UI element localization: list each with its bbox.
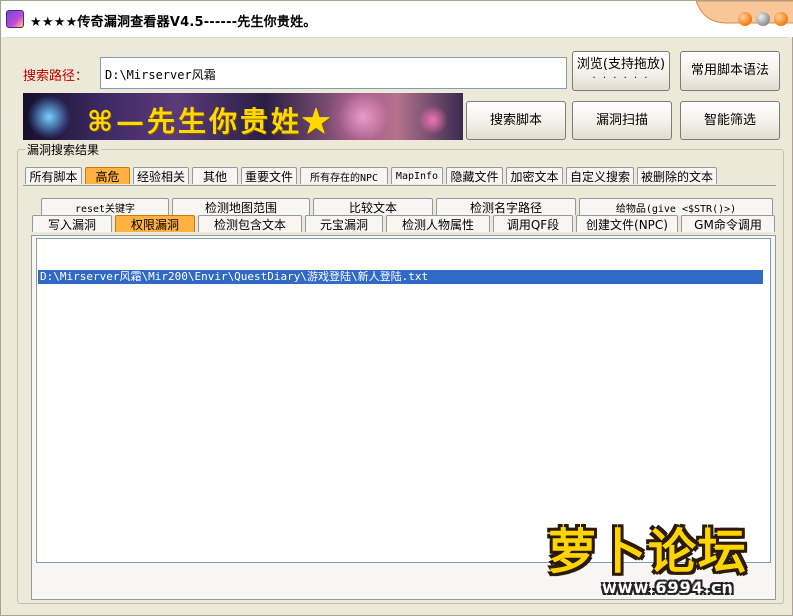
subtab-row-3: 写入漏洞 权限漏洞 检测包含文本 元宝漏洞 检测人物属性 调用QF段 创建文件(… [32,215,782,232]
banner-text: ⌘—先生你贵姓★ [87,105,333,138]
browse-button-label: 浏览(支持拖放) [576,56,666,72]
title-bar[interactable]: ★★★★传奇漏洞查看器V4.5------先生你贵姓。 [1,1,793,37]
tab-compare-text[interactable]: 比较文本 [313,198,433,215]
app-window: ★★★★传奇漏洞查看器V4.5------先生你贵姓。 搜索路径： D:\Mir… [0,0,793,616]
banner-heart [418,105,448,135]
tab-row-divider [23,185,776,186]
forum-watermark: 萝卜论坛 www.6994.cn [532,512,772,607]
maximize-button[interactable] [756,12,770,26]
search-script-button[interactable]: 搜索脚本 [466,101,566,140]
banner-glow-left [27,95,71,139]
tab-give-item[interactable]: 给物品(give <$STR()>) [579,198,773,215]
tab-reset-keyword[interactable]: reset关键字 [41,198,169,215]
tab-custom-search[interactable]: 自定义搜索 [566,167,634,184]
tab-create-file-npc[interactable]: 创建文件(NPC) [576,215,678,232]
tab-contains-text[interactable]: 检测包含文本 [198,215,302,232]
minimize-button[interactable] [738,12,752,26]
tab-high-risk[interactable]: 高危 [85,167,130,184]
tab-encrypted-text[interactable]: 加密文本 [506,167,563,184]
search-path-label: 搜索路径： [23,69,89,84]
tab-all-npc[interactable]: 所有存在的NPC [300,167,388,184]
tab-ingot-vuln[interactable]: 元宝漏洞 [305,215,383,232]
app-icon [6,10,24,28]
vulnerability-scan-button[interactable]: 漏洞扫描 [572,101,672,140]
tab-important-files[interactable]: 重要文件 [241,167,297,184]
tab-gm-command[interactable]: GM命令调用 [681,215,775,232]
watermark-logo: 萝卜论坛 [548,524,749,580]
tab-name-path[interactable]: 检测名字路径 [436,198,576,215]
tab-other[interactable]: 其他 [192,167,238,184]
watermark-url: www.6994.cn [602,578,734,597]
tab-all-scripts[interactable]: 所有脚本 [25,167,82,184]
subtab-row-2: reset关键字 检测地图范围 比较文本 检测名字路径 给物品(give <$S… [41,198,781,215]
close-button[interactable] [774,12,788,26]
tab-map-range[interactable]: 检测地图范围 [172,198,310,215]
banner-glow-right [323,93,403,140]
tab-permission-vuln[interactable]: 权限漏洞 [115,215,195,232]
tab-experience[interactable]: 经验相关 [133,167,189,184]
browse-button[interactable]: 浏览(支持拖放) · · · · · · [572,51,670,91]
category-tab-row: 所有脚本 高危 经验相关 其他 重要文件 所有存在的NPC MapInfo 隐藏… [25,167,785,184]
tab-hidden-files[interactable]: 隐藏文件 [446,167,503,184]
tab-deleted-text[interactable]: 被删除的文本 [637,167,717,184]
list-item[interactable]: D:\Mirserver风霜\Mir200\Envir\QuestDiary\游… [38,270,763,284]
browse-button-dots: · · · · · · [592,73,650,85]
client-area: 搜索路径： D:\Mirserver风霜 浏览(支持拖放) · · · · · … [7,37,788,611]
smart-filter-button[interactable]: 智能筛选 [680,101,780,140]
banner-image: ⌘—先生你贵姓★ [23,93,463,140]
tab-write-vuln[interactable]: 写入漏洞 [32,215,112,232]
tab-call-qf[interactable]: 调用QF段 [493,215,573,232]
results-group-label: 漏洞搜索结果 [25,141,102,158]
script-syntax-button[interactable]: 常用脚本语法 [680,51,780,91]
tab-mapinfo[interactable]: MapInfo [391,167,443,184]
search-path-input[interactable]: D:\Mirserver风霜 [100,57,567,89]
tab-character-attributes[interactable]: 检测人物属性 [386,215,490,232]
window-title: ★★★★传奇漏洞查看器V4.5------先生你贵姓。 [30,15,317,30]
